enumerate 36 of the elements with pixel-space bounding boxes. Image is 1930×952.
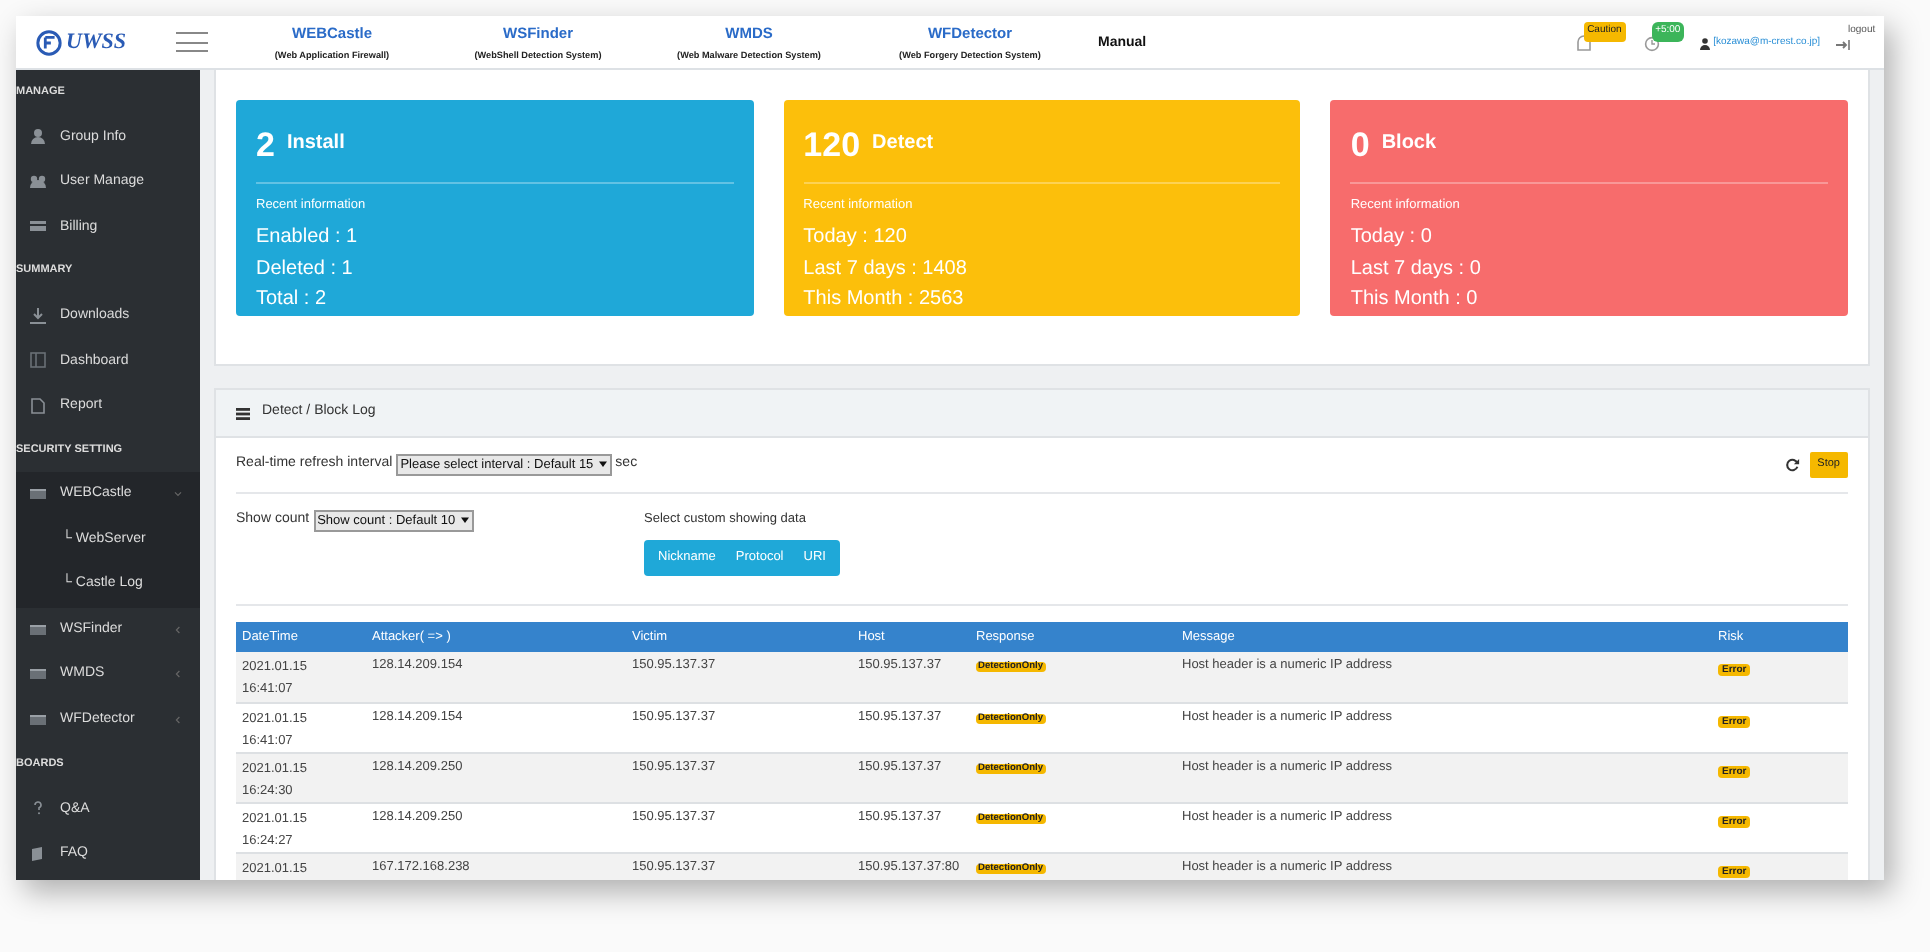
window-icon xyxy=(30,666,46,683)
card-stat: Enabled : 1 xyxy=(256,224,360,253)
file-icon xyxy=(30,397,46,414)
users-icon xyxy=(30,173,46,190)
card-stat: This Month : 0 xyxy=(1350,286,1480,315)
card-stat: Last 7 days : 1408 xyxy=(803,255,969,284)
bell-icon[interactable] xyxy=(1575,34,1592,54)
caret-icon xyxy=(597,460,608,469)
list-icon xyxy=(236,407,250,419)
dashboard-icon xyxy=(30,352,46,369)
window-icon xyxy=(30,486,46,503)
card-count: 0 xyxy=(1350,124,1370,168)
card-count: 120 xyxy=(803,124,861,168)
card-stat: Today : 0 xyxy=(1350,224,1434,253)
card-title: Block xyxy=(1381,130,1437,158)
card-title: Install xyxy=(286,130,345,158)
book-icon xyxy=(30,845,46,862)
logo-text: UWSS xyxy=(66,27,126,58)
download-icon xyxy=(30,307,46,324)
window-icon xyxy=(30,711,46,728)
menu-button[interactable] xyxy=(172,28,212,56)
logout-icon[interactable] xyxy=(1836,40,1850,50)
card-stat: This Month : 2563 xyxy=(803,286,966,315)
caret-icon xyxy=(459,516,470,525)
user-icon xyxy=(30,128,46,145)
refresh-icon[interactable] xyxy=(1785,458,1800,472)
card-stat: Last 7 days : 0 xyxy=(1350,255,1483,284)
user-icon xyxy=(1699,38,1710,50)
window-icon xyxy=(30,621,46,638)
clock-icon[interactable] xyxy=(1643,36,1660,52)
card-stat: Total : 2 xyxy=(256,286,329,315)
card-count: 2 xyxy=(256,124,275,168)
card-stat: Deleted : 1 xyxy=(256,255,355,284)
logo-icon xyxy=(36,29,62,55)
card-title: Detect xyxy=(872,130,934,158)
card-stat: Today : 120 xyxy=(803,224,909,253)
